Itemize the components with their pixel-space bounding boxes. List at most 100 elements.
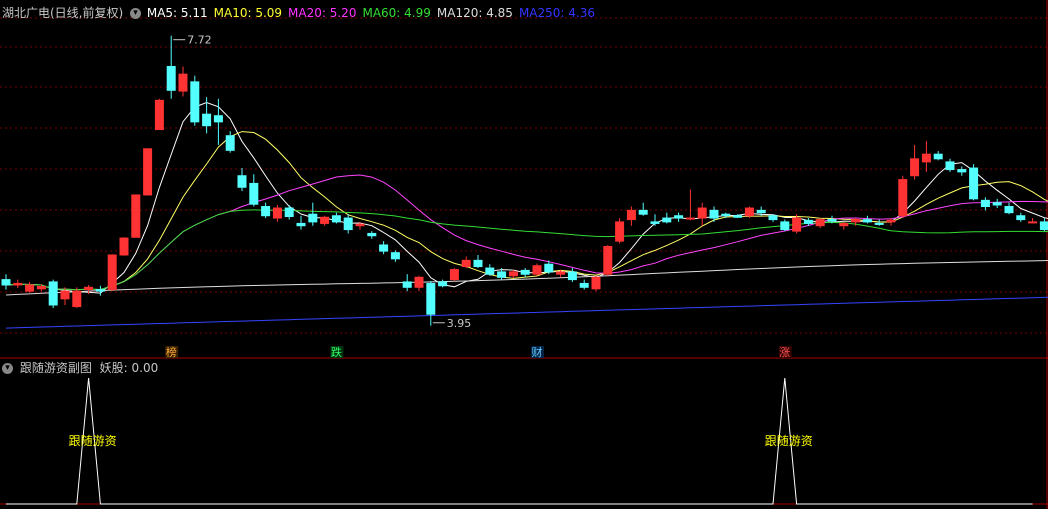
event-tag: 财: [532, 345, 543, 359]
candle-body: [48, 281, 58, 306]
candle-body: [95, 289, 105, 292]
candle-body: [992, 202, 1002, 206]
candle: [780, 219, 790, 232]
candle-body: [190, 81, 200, 123]
ma10-line: [5, 131, 1048, 291]
candle: [980, 197, 990, 211]
candle: [1028, 218, 1038, 224]
candle-body: [662, 217, 672, 223]
candle-body: [650, 221, 660, 224]
candle: [390, 250, 400, 262]
chevron-down-icon[interactable]: ▾: [130, 8, 142, 19]
candle: [674, 212, 684, 222]
candle: [25, 281, 35, 293]
candle-body: [449, 269, 459, 281]
candle-body: [638, 209, 648, 215]
candle: [1016, 212, 1026, 222]
candle: [367, 231, 377, 239]
candle: [532, 263, 542, 276]
candle-body: [119, 237, 129, 256]
candle: [768, 214, 778, 222]
candle-body: [60, 290, 70, 300]
ma-legend-item: MA20: 5.20: [288, 6, 357, 20]
candle: [178, 66, 188, 97]
candle-body: [626, 209, 636, 221]
candle-body: [886, 219, 896, 223]
candle: [862, 215, 872, 224]
ma-legend-item: MA5: 5.11: [146, 6, 208, 20]
signal-label: 跟随游资: [69, 433, 117, 448]
candle: [343, 214, 353, 234]
high-price-label: 7.72: [187, 34, 212, 47]
candle-body: [225, 135, 235, 151]
candle: [190, 75, 200, 126]
candle: [898, 175, 908, 219]
candle-body: [1016, 215, 1026, 221]
candle: [166, 35, 176, 99]
candle: [992, 198, 1002, 209]
candle-body: [107, 254, 117, 291]
candle-body: [898, 179, 908, 217]
candle-body: [803, 219, 813, 224]
candle-body: [945, 161, 955, 171]
candle: [72, 287, 82, 309]
candle: [225, 131, 235, 153]
candle-body: [1028, 221, 1038, 224]
event-tag: 榜: [166, 345, 177, 359]
signal-label: 跟随游资: [765, 433, 813, 448]
candle-body: [980, 199, 990, 208]
event-tags: 榜跌财涨: [165, 345, 792, 359]
candlestick-series[interactable]: 7.72 3.95: [1, 34, 1048, 330]
candle: [603, 244, 613, 276]
candle: [320, 215, 330, 226]
candle: [626, 206, 636, 226]
candle-body: [721, 213, 731, 217]
candle: [615, 218, 625, 244]
event-tag: 跌: [331, 345, 342, 359]
candle-body: [1004, 206, 1014, 214]
candle: [685, 189, 695, 221]
candle: [331, 212, 341, 224]
ma-legend-item: MA250: 4.36: [518, 6, 595, 20]
candle-body: [1039, 221, 1048, 231]
candle-body: [709, 209, 719, 219]
candle-body: [591, 276, 601, 290]
candle-body: [733, 215, 743, 218]
candle-body: [473, 259, 483, 268]
candle: [650, 214, 660, 226]
candle: [131, 194, 141, 238]
candle-body: [237, 175, 247, 188]
candle-body: [461, 259, 471, 268]
candle-body: [202, 113, 212, 127]
candle: [839, 221, 849, 230]
candle-body: [697, 207, 707, 219]
candle: [697, 202, 707, 226]
candle: [237, 168, 247, 192]
candle-body: [154, 99, 164, 131]
candle: [284, 204, 294, 220]
candle-body: [969, 167, 979, 200]
candle-body: [402, 281, 412, 288]
candle-body: [827, 219, 837, 222]
candle-body: [556, 271, 566, 275]
candle: [910, 144, 920, 180]
stock-chart[interactable]: 7.72 3.95 跟随游资 跟随游资 榜 跌 财 涨: [0, 0, 1048, 509]
signal-line: [6, 377, 1033, 505]
candle: [520, 268, 530, 278]
candle-body: [390, 252, 400, 260]
candle-body: [331, 215, 341, 223]
sub-header: ▾ 跟随游资副图 妖股: 0.00: [2, 361, 158, 375]
candle: [638, 202, 648, 216]
candle-body: [343, 217, 353, 231]
candle-body: [438, 281, 448, 287]
candle-body: [933, 153, 943, 160]
candle-body: [780, 221, 790, 231]
candle-body: [166, 65, 176, 91]
candle: [957, 166, 967, 176]
candle: [921, 141, 931, 172]
chevron-down-icon[interactable]: ▾: [2, 363, 13, 374]
candle: [449, 268, 459, 282]
candle-body: [284, 207, 294, 218]
candle: [13, 279, 23, 289]
candle: [402, 274, 412, 292]
